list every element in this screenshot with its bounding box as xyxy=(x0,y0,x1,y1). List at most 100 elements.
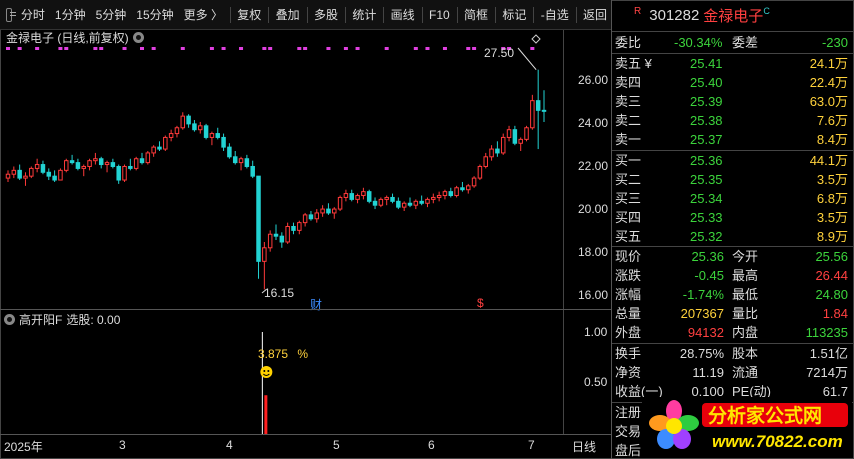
time-tick: 3 xyxy=(119,438,126,452)
candle-body xyxy=(541,109,547,112)
stat-label: 内盘 xyxy=(732,325,759,340)
stat-row: 涨跌 -0.45 最高 26.44 xyxy=(612,267,854,285)
tab-realtime[interactable]: 分时 xyxy=(16,0,50,30)
info-label: 换手 xyxy=(615,346,642,361)
signal-dot xyxy=(209,47,214,50)
ask-volume: 24.1万 xyxy=(809,56,848,71)
signal-dot xyxy=(262,47,267,50)
more-periods-button[interactable]: 更多 〉 xyxy=(179,0,228,30)
remove-watchlist-button[interactable]: -自选 xyxy=(536,0,574,30)
overlay-button[interactable]: 叠加 xyxy=(271,0,305,30)
candle-body xyxy=(390,196,395,202)
ask-volume: 63.0万 xyxy=(809,94,848,109)
bid-row: 买五 25.32 8.9万 xyxy=(612,228,854,246)
candle-body xyxy=(285,225,290,243)
statistics-button[interactable]: 统计 xyxy=(347,0,381,30)
bid-row: 买四 25.33 3.5万 xyxy=(612,209,854,227)
signal-dot xyxy=(93,47,98,50)
candle-body xyxy=(250,165,255,177)
multi-stock-button[interactable]: 多股 xyxy=(309,0,343,30)
candle-body xyxy=(52,175,57,181)
signal-dot xyxy=(6,47,10,50)
candle-body xyxy=(23,175,28,179)
signal-dot xyxy=(355,47,360,50)
bid-row: 买二 25.35 3.5万 xyxy=(612,171,854,189)
stat-label: 外盘 xyxy=(615,325,642,340)
candle-body xyxy=(69,160,75,164)
kline-chart[interactable] xyxy=(0,30,612,434)
high-arrow xyxy=(517,47,537,71)
ask-row: 卖四 25.40 22.4万 xyxy=(612,74,854,92)
signal-dot xyxy=(413,47,418,50)
divider xyxy=(612,150,854,151)
time-tick: 5 xyxy=(333,438,340,452)
simple-frame-button[interactable]: 简框 xyxy=(459,0,493,30)
candle-body xyxy=(64,160,69,171)
signal-dot xyxy=(122,47,127,50)
adjust-button[interactable]: 复权 xyxy=(232,0,266,30)
tab-15min[interactable]: 15分钟 xyxy=(131,0,178,30)
quote-panel: R 301282 金禄电子 C 委比 -30.34% 委差 -230 卖五 ¥ 2… xyxy=(612,0,854,459)
time-tick: 2025年 xyxy=(4,440,43,454)
candle-body xyxy=(11,169,17,175)
indicator-settings-icon[interactable] xyxy=(4,314,15,325)
dividend-marker[interactable]: $ xyxy=(477,296,484,310)
weicha-label: 委差 xyxy=(732,35,759,50)
extra-label: 交易 xyxy=(615,424,642,439)
info-label: 净资 xyxy=(615,365,642,380)
ask-label: 卖二 xyxy=(615,113,642,128)
high-price-label: 27.50 xyxy=(484,46,515,60)
extra-label: 盘后 xyxy=(615,443,642,458)
stat-value: 94132 xyxy=(687,325,724,340)
signal-dot xyxy=(297,47,302,50)
indicator-name[interactable]: 高开阳F xyxy=(19,311,62,328)
ask-price: 25.38 xyxy=(690,113,723,128)
weicha-value: -230 xyxy=(821,35,848,50)
period-label[interactable]: 日线 xyxy=(572,438,596,455)
candle-body xyxy=(366,191,372,202)
candle-body xyxy=(29,167,34,177)
indicator-header: 高开阳F 选股: 0.00 xyxy=(4,311,120,328)
candle-body xyxy=(17,169,22,179)
tab-5min[interactable]: 5分钟 xyxy=(91,0,132,30)
candle-body xyxy=(378,198,384,206)
candle-body xyxy=(413,200,419,206)
divider xyxy=(612,343,854,344)
candle-body xyxy=(297,222,302,231)
candle-body xyxy=(407,202,413,206)
ask-label: 卖四 xyxy=(615,75,642,90)
bid-volume: 3.5万 xyxy=(816,210,848,225)
finance-marker[interactable]: 财 xyxy=(310,296,322,313)
indicator-tick: 0.50 xyxy=(584,375,608,389)
candle-body xyxy=(495,148,500,154)
tab-1min[interactable]: 1分钟 xyxy=(50,0,91,30)
candle-body xyxy=(343,193,349,198)
signal-dot xyxy=(442,47,447,50)
candle-body xyxy=(431,196,436,200)
candle-body xyxy=(34,164,40,169)
price-tick: 20.00 xyxy=(578,202,609,216)
candle-body xyxy=(58,169,63,181)
watermark-url: www.70822.com xyxy=(712,432,843,451)
price-tick: 16.00 xyxy=(578,288,609,302)
candle-body xyxy=(186,115,191,125)
pct-value: 3.875 % xyxy=(258,347,308,361)
draw-line-button[interactable]: 画线 xyxy=(386,0,420,30)
signal-dot xyxy=(99,47,104,50)
signal-dot xyxy=(180,47,185,50)
menu-icon[interactable] xyxy=(6,7,16,22)
candle-body xyxy=(279,235,285,243)
rz-badge: R xyxy=(634,6,642,17)
ask-label: 卖五 ¥ xyxy=(615,56,652,71)
price-tick: 26.00 xyxy=(578,73,609,87)
low-price-label: 16.15 xyxy=(264,286,295,300)
candle-body xyxy=(361,191,366,197)
quote-header: R 301282 金禄电子 C xyxy=(612,0,854,32)
stat-value: 1.84 xyxy=(822,306,848,321)
stat-label: 涨跌 xyxy=(615,268,642,283)
signal-dot xyxy=(151,47,156,50)
f10-button[interactable]: F10 xyxy=(424,0,455,30)
back-button[interactable]: 返回 xyxy=(578,0,612,30)
info-value: 1.51亿 xyxy=(809,346,848,361)
mark-button[interactable]: 标记 xyxy=(497,0,531,30)
